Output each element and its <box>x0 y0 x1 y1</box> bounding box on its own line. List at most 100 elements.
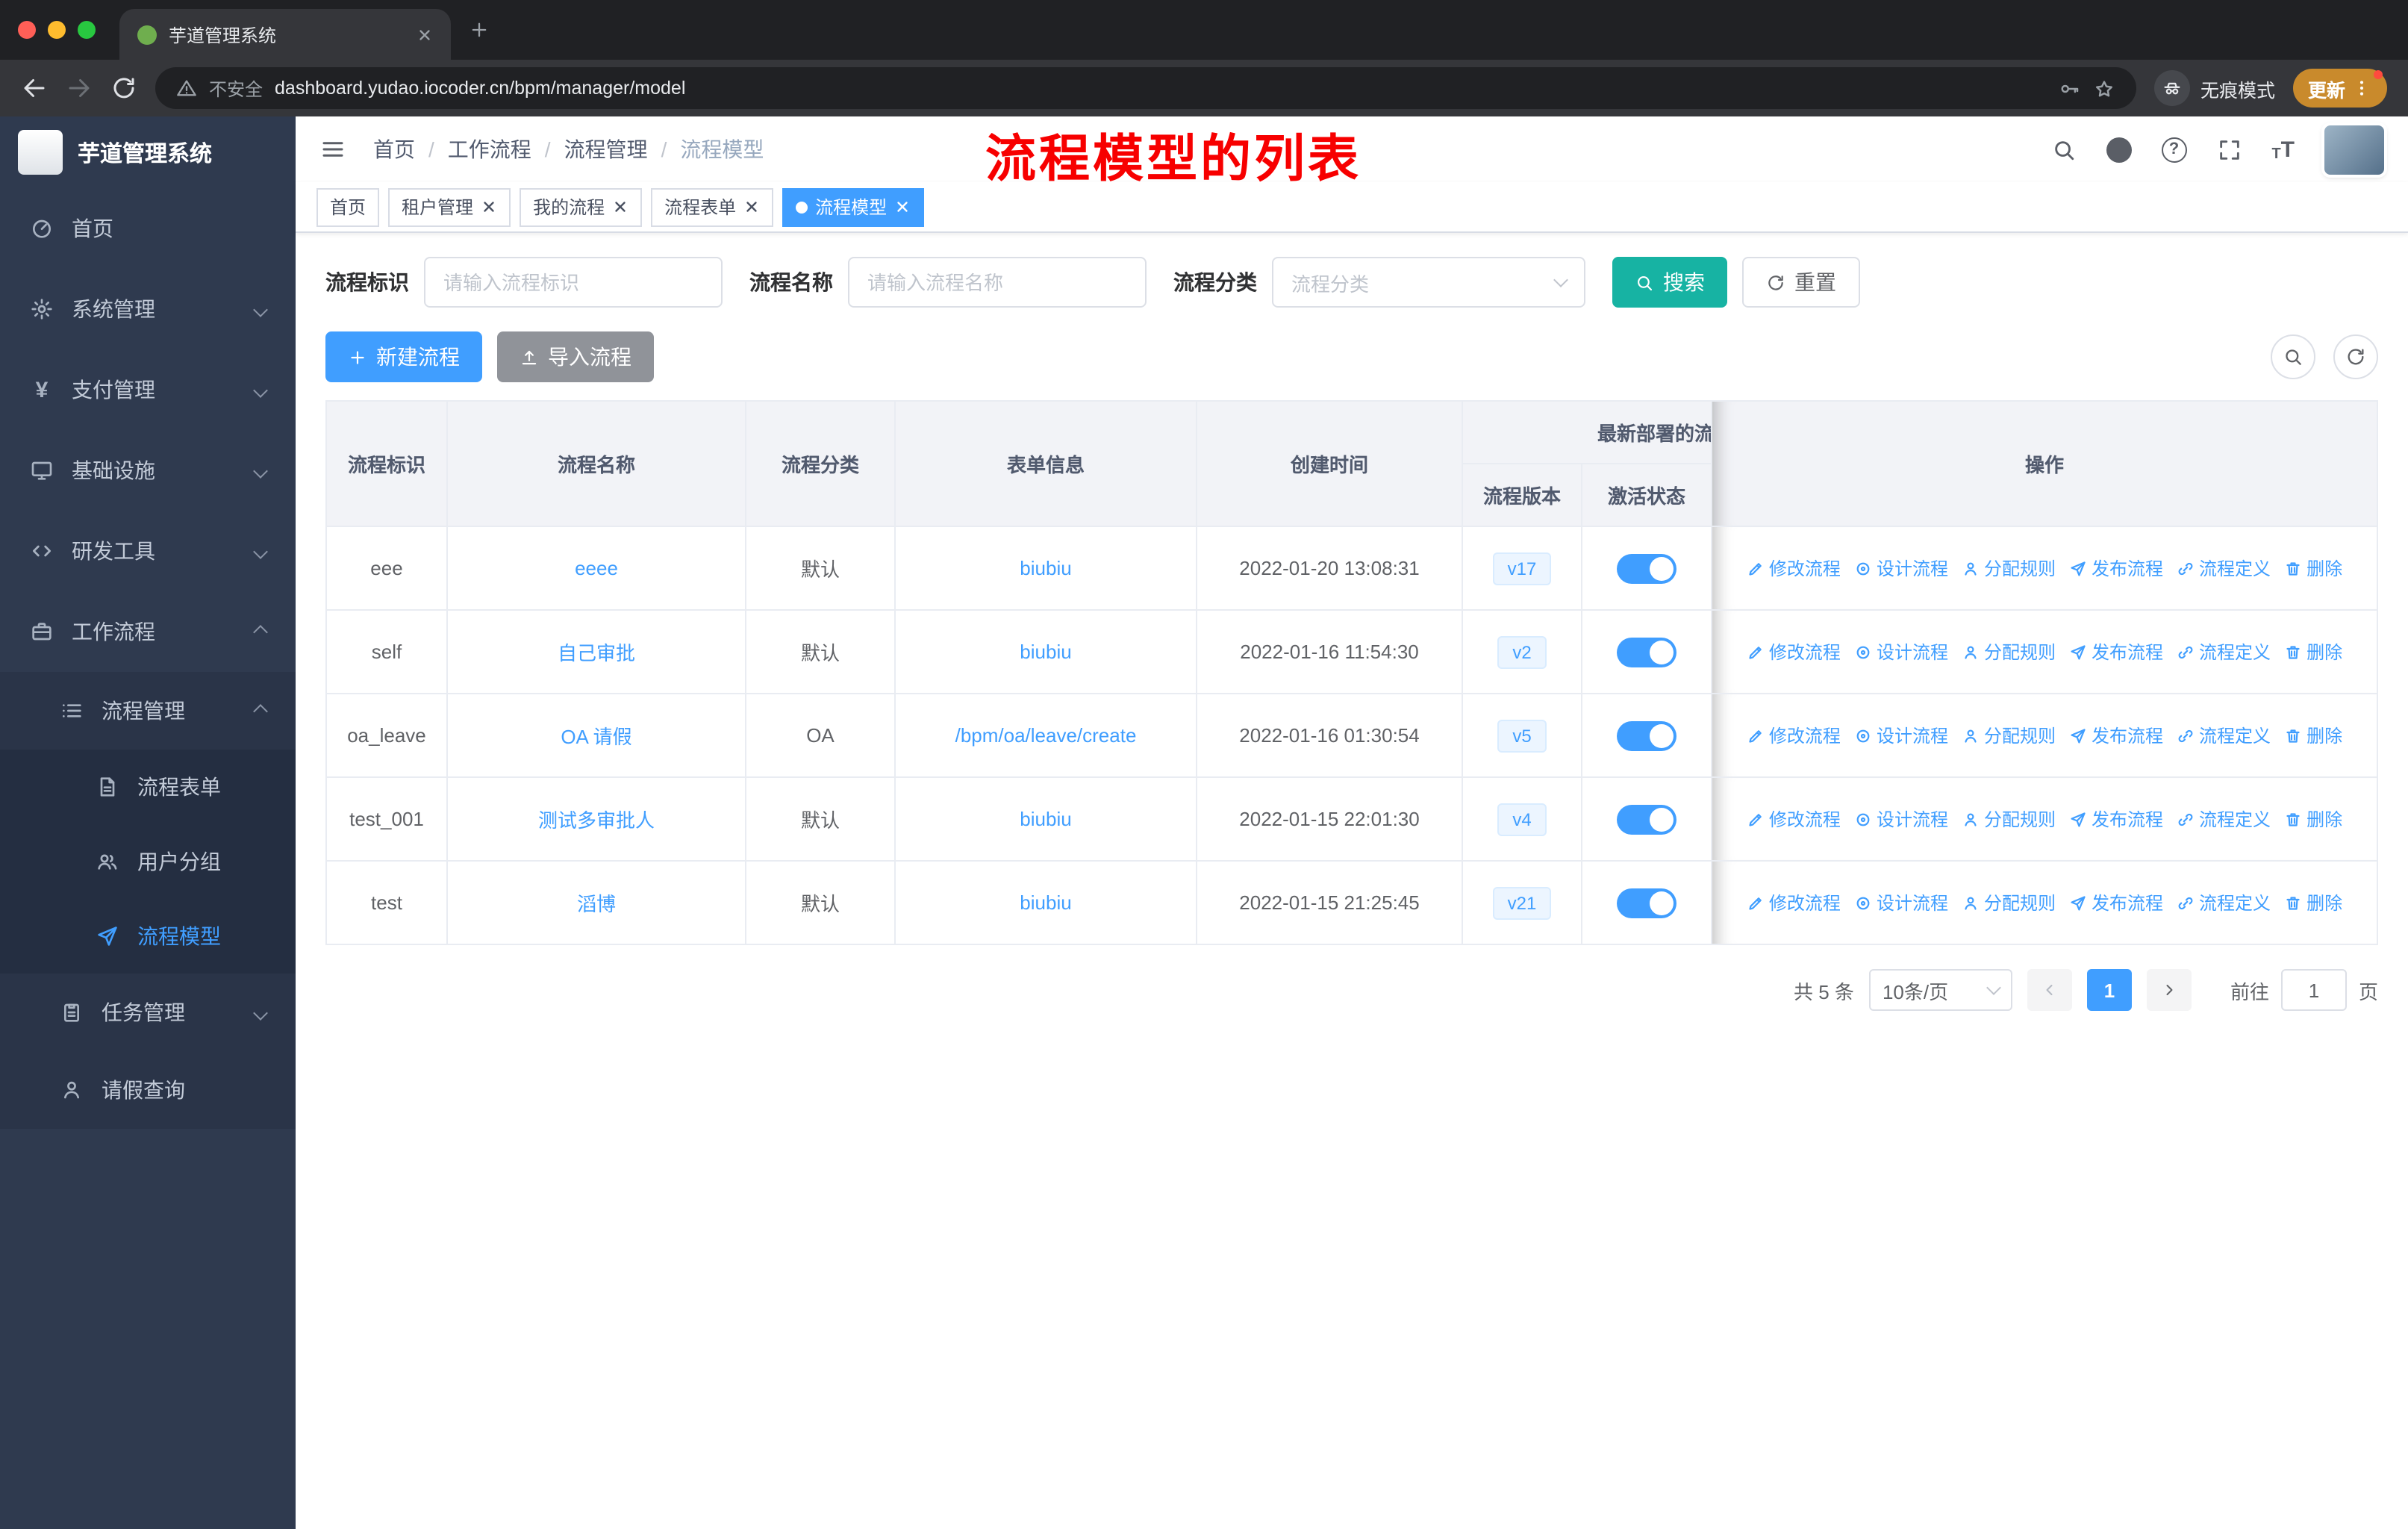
tag-my-process[interactable]: 我的流程 <box>520 187 643 226</box>
table-search-toggle-button[interactable] <box>2271 334 2315 379</box>
close-icon[interactable] <box>894 199 911 215</box>
process-id-input[interactable] <box>424 257 723 308</box>
action-design-link[interactable]: 设计流程 <box>1854 890 1948 915</box>
sidebar-item-workflow[interactable]: 工作流程 <box>0 591 296 672</box>
form-info-link[interactable]: biubiu <box>1020 641 1071 663</box>
hamburger-icon[interactable] <box>319 136 346 163</box>
address-bar[interactable]: 不安全 dashboard.yudao.iocoder.cn/bpm/manag… <box>155 67 2136 109</box>
form-info-link[interactable]: biubiu <box>1020 557 1071 579</box>
process-name-link[interactable]: 自己审批 <box>558 642 635 664</box>
fullscreen-icon[interactable] <box>2216 137 2242 162</box>
search-icon[interactable] <box>2050 137 2076 162</box>
close-icon[interactable] <box>612 199 628 215</box>
password-key-icon[interactable] <box>2059 77 2081 99</box>
active-toggle[interactable] <box>1617 888 1676 918</box>
tag-process-model[interactable]: 流程模型 <box>782 187 925 226</box>
form-info-link[interactable]: /bpm/oa/leave/create <box>955 724 1137 747</box>
action-assign-link[interactable]: 分配规则 <box>1962 806 2056 832</box>
help-icon[interactable]: ? <box>2161 137 2187 162</box>
action-design-link[interactable]: 设计流程 <box>1854 555 1948 581</box>
import-process-button[interactable]: 导入流程 <box>497 331 654 382</box>
window-minimize-button[interactable] <box>48 21 66 39</box>
action-design-link[interactable]: 设计流程 <box>1854 723 1948 748</box>
sidebar-item-infrastructure[interactable]: 基础设施 <box>0 430 296 511</box>
sidebar-item-process-form[interactable]: 流程表单 <box>0 750 296 824</box>
action-assign-link[interactable]: 分配规则 <box>1962 555 2056 581</box>
close-icon[interactable] <box>481 199 497 215</box>
process-name-input[interactable] <box>848 257 1147 308</box>
action-delete-link[interactable]: 删除 <box>2284 555 2342 581</box>
tab-close-icon[interactable] <box>417 26 433 43</box>
process-category-select[interactable]: 流程分类 <box>1272 257 1585 308</box>
process-name-link[interactable]: 滔博 <box>577 893 616 915</box>
action-definition-link[interactable]: 流程定义 <box>2177 639 2271 664</box>
action-delete-link[interactable]: 删除 <box>2284 890 2342 915</box>
window-zoom-button[interactable] <box>78 21 96 39</box>
action-modify-link[interactable]: 修改流程 <box>1747 723 1841 748</box>
close-icon[interactable] <box>743 199 760 215</box>
action-delete-link[interactable]: 删除 <box>2284 639 2342 664</box>
sidebar-item-system[interactable]: 系统管理 <box>0 269 296 349</box>
action-assign-link[interactable]: 分配规则 <box>1962 723 2056 748</box>
browser-forward-icon[interactable] <box>66 75 93 102</box>
page-size-select[interactable]: 10条/页 <box>1868 969 2012 1011</box>
version-badge[interactable]: v5 <box>1497 719 1547 752</box>
action-modify-link[interactable]: 修改流程 <box>1747 806 1841 832</box>
window-close-button[interactable] <box>18 21 36 39</box>
github-icon[interactable] <box>2106 137 2132 162</box>
new-tab-button[interactable] <box>469 19 490 40</box>
action-modify-link[interactable]: 修改流程 <box>1747 890 1841 915</box>
action-delete-link[interactable]: 删除 <box>2284 723 2342 748</box>
pagination-prev-button[interactable] <box>2027 969 2072 1011</box>
browser-update-button[interactable]: 更新 <box>2292 69 2387 108</box>
sidebar-item-user-group[interactable]: 用户分组 <box>0 824 296 899</box>
action-definition-link[interactable]: 流程定义 <box>2177 555 2271 581</box>
action-publish-link[interactable]: 发布流程 <box>2069 806 2163 832</box>
table-refresh-button[interactable] <box>2333 334 2378 379</box>
search-button[interactable]: 搜索 <box>1612 257 1727 308</box>
version-badge[interactable]: v17 <box>1492 552 1552 585</box>
version-badge[interactable]: v21 <box>1492 886 1552 919</box>
action-publish-link[interactable]: 发布流程 <box>2069 639 2163 664</box>
create-process-button[interactable]: 新建流程 <box>325 331 482 382</box>
breadcrumb-process-mgmt[interactable]: 流程管理 <box>564 134 648 164</box>
pagination-page-1[interactable]: 1 <box>2086 969 2132 1011</box>
sidebar-item-task-mgmt[interactable]: 任务管理 <box>0 974 296 1051</box>
bookmark-star-icon[interactable] <box>2093 77 2115 99</box>
active-toggle[interactable] <box>1617 637 1676 667</box>
browser-tab[interactable]: 芋道管理系统 <box>119 9 451 60</box>
sidebar-item-process-mgmt[interactable]: 流程管理 <box>0 672 296 750</box>
process-name-link[interactable]: 测试多审批人 <box>538 809 655 832</box>
action-design-link[interactable]: 设计流程 <box>1854 806 1948 832</box>
action-modify-link[interactable]: 修改流程 <box>1747 555 1841 581</box>
reset-button[interactable]: 重置 <box>1742 257 1860 308</box>
sidebar-item-leave-query[interactable]: 请假查询 <box>0 1051 296 1129</box>
action-assign-link[interactable]: 分配规则 <box>1962 890 2056 915</box>
action-delete-link[interactable]: 删除 <box>2284 806 2342 832</box>
active-toggle[interactable] <box>1617 804 1676 834</box>
form-info-link[interactable]: biubiu <box>1020 808 1071 830</box>
version-badge[interactable]: v2 <box>1497 635 1547 668</box>
font-size-icon[interactable]: TT <box>2271 137 2295 162</box>
action-definition-link[interactable]: 流程定义 <box>2177 806 2271 832</box>
version-badge[interactable]: v4 <box>1497 803 1547 835</box>
sidebar-item-payment[interactable]: ¥ 支付管理 <box>0 349 296 430</box>
breadcrumb-workflow[interactable]: 工作流程 <box>448 134 531 164</box>
action-definition-link[interactable]: 流程定义 <box>2177 890 2271 915</box>
sidebar-item-home[interactable]: 首页 <box>0 188 296 269</box>
tag-process-form[interactable]: 流程表单 <box>651 187 774 226</box>
browser-back-icon[interactable] <box>21 75 48 102</box>
action-modify-link[interactable]: 修改流程 <box>1747 639 1841 664</box>
sidebar-item-process-model[interactable]: 流程模型 <box>0 899 296 974</box>
goto-page-input[interactable] <box>2280 969 2347 1011</box>
action-publish-link[interactable]: 发布流程 <box>2069 890 2163 915</box>
browser-menu-icon[interactable] <box>2351 78 2372 99</box>
form-info-link[interactable]: biubiu <box>1020 891 1071 914</box>
action-publish-link[interactable]: 发布流程 <box>2069 555 2163 581</box>
pagination-next-button[interactable] <box>2146 969 2192 1011</box>
breadcrumb-home[interactable]: 首页 <box>373 134 415 164</box>
action-definition-link[interactable]: 流程定义 <box>2177 723 2271 748</box>
process-name-link[interactable]: OA 请假 <box>561 726 631 748</box>
tag-home[interactable]: 首页 <box>316 187 380 226</box>
security-warning-icon[interactable] <box>176 78 197 99</box>
